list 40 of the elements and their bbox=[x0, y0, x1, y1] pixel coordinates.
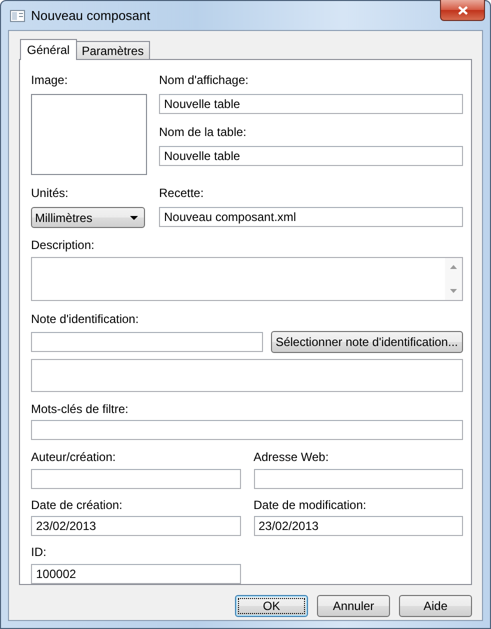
dialog-button[interactable]: Annuler bbox=[317, 595, 390, 617]
window-title: Nouveau composant bbox=[31, 8, 150, 23]
dialog-button[interactable]: Aide bbox=[399, 595, 472, 617]
select-note-button[interactable]: Sélectionner note d'identification... bbox=[270, 331, 463, 354]
units-dropdown[interactable]: Millimètres bbox=[31, 207, 145, 228]
window-icon bbox=[10, 10, 25, 22]
field-label: Adresse Web: bbox=[254, 450, 330, 465]
input-field[interactable] bbox=[254, 469, 463, 489]
field-label: Date de modification: bbox=[254, 498, 368, 513]
caret-icon bbox=[130, 216, 138, 220]
field-label: Mots-clés de filtre: bbox=[31, 402, 130, 417]
image-box[interactable] bbox=[31, 94, 147, 175]
input-field[interactable]: Nouvelle table bbox=[159, 94, 463, 114]
input-field[interactable]: Nouveau composant.xml bbox=[159, 207, 463, 227]
field-label: Unités: bbox=[31, 186, 70, 201]
input-field[interactable] bbox=[31, 420, 463, 440]
close-button[interactable] bbox=[440, 0, 485, 21]
input-field[interactable]: 23/02/2013 bbox=[254, 516, 463, 536]
field-label: Note d'identification: bbox=[31, 312, 140, 328]
description-field[interactable] bbox=[31, 257, 463, 302]
input-field[interactable] bbox=[31, 332, 263, 352]
field-label: Date de création: bbox=[31, 498, 124, 513]
field-label: Nom de la table: bbox=[159, 125, 248, 140]
dialog-button[interactable]: OK bbox=[235, 595, 308, 617]
field-label: Recette: bbox=[159, 186, 205, 201]
field-label: Description: bbox=[31, 238, 96, 253]
input-field[interactable]: Nouvelle table bbox=[159, 146, 463, 166]
field-label: ID: bbox=[31, 545, 48, 560]
close-icon bbox=[458, 6, 468, 14]
input-field[interactable]: 100002 bbox=[31, 564, 240, 584]
scroll-up-icon[interactable] bbox=[450, 265, 457, 269]
input-field[interactable] bbox=[31, 469, 240, 489]
identification-note-field[interactable] bbox=[31, 359, 463, 392]
scroll-down-icon[interactable] bbox=[450, 289, 457, 294]
field-label: Nom d'affichage: bbox=[159, 73, 250, 88]
tab[interactable]: Paramètres bbox=[76, 41, 150, 59]
tab[interactable]: Général bbox=[20, 39, 77, 60]
input-field[interactable]: 23/02/2013 bbox=[31, 516, 240, 536]
field-label: Image: bbox=[31, 73, 69, 88]
field-label: Auteur/création: bbox=[31, 450, 117, 465]
